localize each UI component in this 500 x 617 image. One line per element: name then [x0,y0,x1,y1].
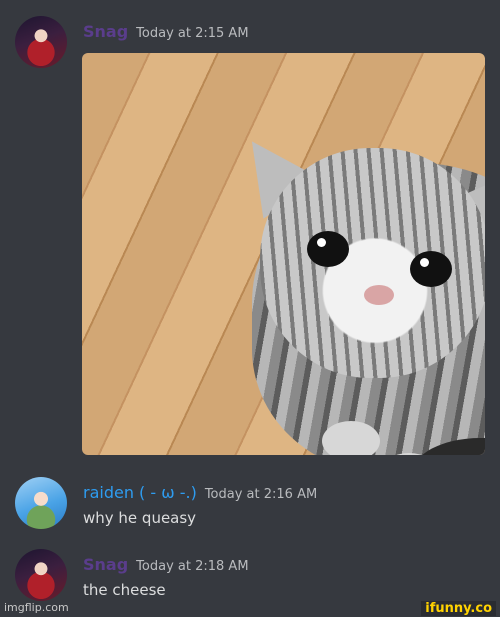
cat-nose [364,285,394,305]
message-header: Snag Today at 2:15 AM [83,22,249,41]
cat-left-eye [307,231,349,267]
username[interactable]: Snag [83,555,128,574]
message-text: the cheese [83,581,166,599]
image-attachment[interactable] [82,53,485,455]
message-text: why he queasy [83,509,197,527]
username[interactable]: raiden ( - ω -.) [83,483,197,502]
message-header: Snag Today at 2:18 AM [83,555,249,574]
cat-right-eye [410,251,452,287]
cat-left-paw [322,421,380,455]
message-header: raiden ( - ω -.) Today at 2:16 AM [83,483,317,502]
imgflip-watermark: imgflip.com [4,601,69,614]
avatar[interactable] [15,477,67,529]
avatar[interactable] [15,16,67,68]
username[interactable]: Snag [83,22,128,41]
timestamp: Today at 2:16 AM [204,487,318,502]
avatar[interactable] [15,549,67,601]
timestamp: Today at 2:15 AM [136,26,249,41]
ifunny-watermark: ifunny.co [421,601,496,616]
timestamp: Today at 2:18 AM [136,559,249,574]
cat-head [260,148,485,378]
